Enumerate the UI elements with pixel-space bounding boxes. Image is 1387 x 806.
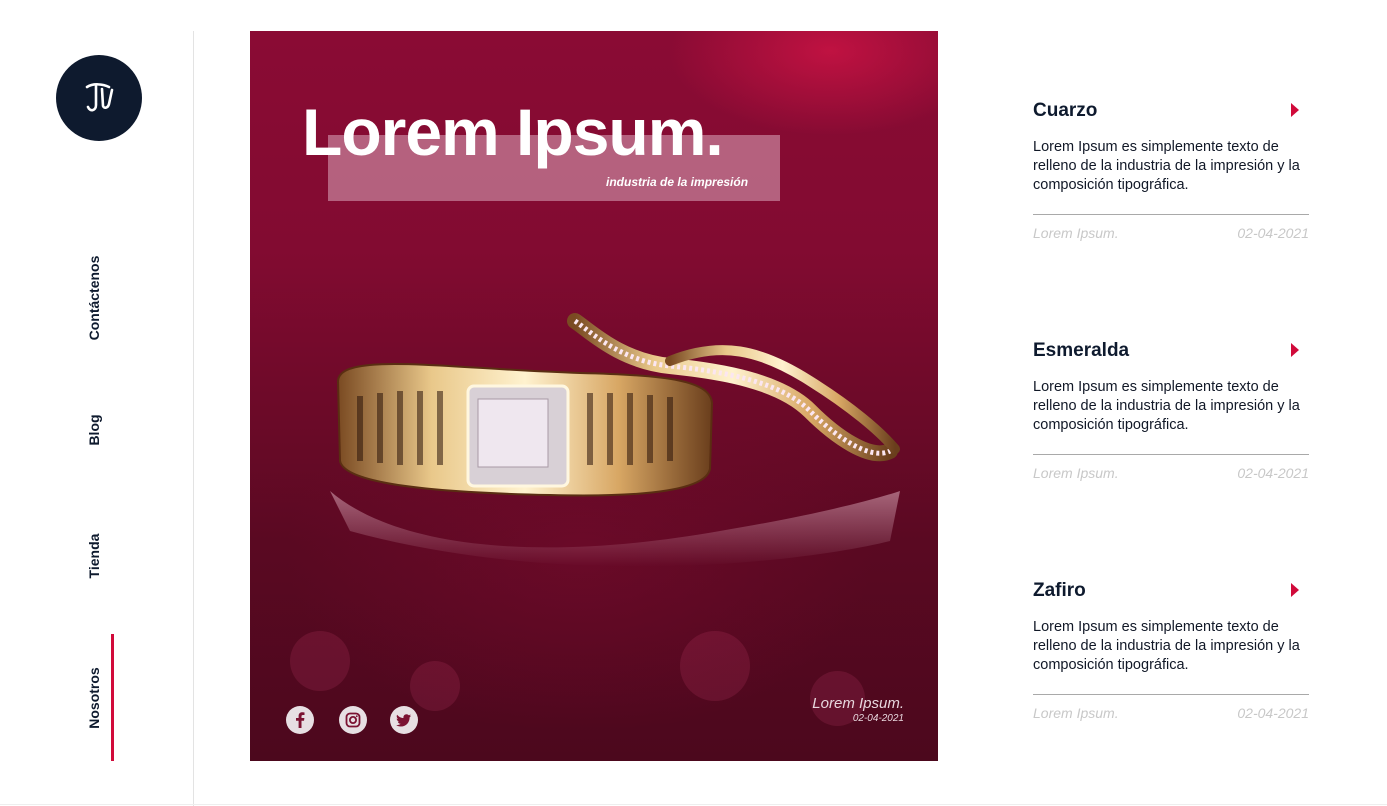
article-title[interactable]: Cuarzo xyxy=(1033,100,1309,122)
caret-right-icon[interactable] xyxy=(1290,582,1300,598)
article-meta-label: Lorem Ipsum. xyxy=(1033,705,1119,721)
page-bottom-border xyxy=(0,804,1387,805)
article-divider xyxy=(1033,214,1309,215)
article-title[interactable]: Zafiro xyxy=(1033,580,1309,602)
caret-right-icon[interactable] xyxy=(1290,102,1300,118)
twitter-icon xyxy=(396,714,411,727)
facebook-icon xyxy=(296,712,305,728)
hero-caption-title: Lorem Ipsum. xyxy=(812,695,904,712)
article-date: 02-04-2021 xyxy=(1237,465,1309,481)
hero-subtitle: industria de la impresión xyxy=(606,175,749,189)
article-card[interactable]: Esmeralda Lorem Ipsum es simplemente tex… xyxy=(1033,340,1309,481)
nav-item-contactenos[interactable]: Contáctenos xyxy=(86,256,102,341)
article-excerpt: Lorem Ipsum es simplemente texto de rell… xyxy=(1033,139,1300,193)
article-meta-label: Lorem Ipsum. xyxy=(1033,225,1119,241)
hero-image: Lorem Ipsum. industria de la impresión L… xyxy=(250,31,938,761)
hero-title: Lorem Ipsum. xyxy=(302,95,724,169)
hero-caption: Lorem Ipsum. 02-04-2021 xyxy=(812,695,904,724)
article-excerpt: Lorem Ipsum es simplemente texto de rell… xyxy=(1033,619,1300,673)
article-meta: Lorem Ipsum. 02-04-2021 xyxy=(1033,465,1309,481)
article-meta: Lorem Ipsum. 02-04-2021 xyxy=(1033,705,1309,721)
nav-item-tienda[interactable]: Tienda xyxy=(86,534,102,579)
twitter-button[interactable] xyxy=(390,706,418,734)
article-title[interactable]: Esmeralda xyxy=(1033,340,1309,362)
nav-active-indicator xyxy=(111,634,114,761)
hero-caption-date: 02-04-2021 xyxy=(852,713,904,724)
caret-right-icon[interactable] xyxy=(1290,342,1300,358)
nav-item-blog[interactable]: Blog xyxy=(86,414,102,445)
sidebar: Contáctenos Blog Tienda Nosotros xyxy=(0,0,194,806)
instagram-icon xyxy=(345,712,361,728)
article-meta-label: Lorem Ipsum. xyxy=(1033,465,1119,481)
article-divider xyxy=(1033,454,1309,455)
article-date: 02-04-2021 xyxy=(1237,705,1309,721)
article-card[interactable]: Zafiro Lorem Ipsum es simplemente texto … xyxy=(1033,580,1309,721)
logo-monogram-icon xyxy=(85,83,114,112)
article-divider xyxy=(1033,694,1309,695)
sidebar-divider xyxy=(193,31,194,806)
brand-logo[interactable] xyxy=(56,55,142,141)
article-card[interactable]: Cuarzo Lorem Ipsum es simplemente texto … xyxy=(1033,100,1309,241)
facebook-button[interactable] xyxy=(286,706,314,734)
article-meta: Lorem Ipsum. 02-04-2021 xyxy=(1033,225,1309,241)
instagram-button[interactable] xyxy=(339,706,367,734)
nav-item-nosotros[interactable]: Nosotros xyxy=(86,667,102,728)
article-date: 02-04-2021 xyxy=(1237,225,1309,241)
article-excerpt: Lorem Ipsum es simplemente texto de rell… xyxy=(1033,379,1300,433)
